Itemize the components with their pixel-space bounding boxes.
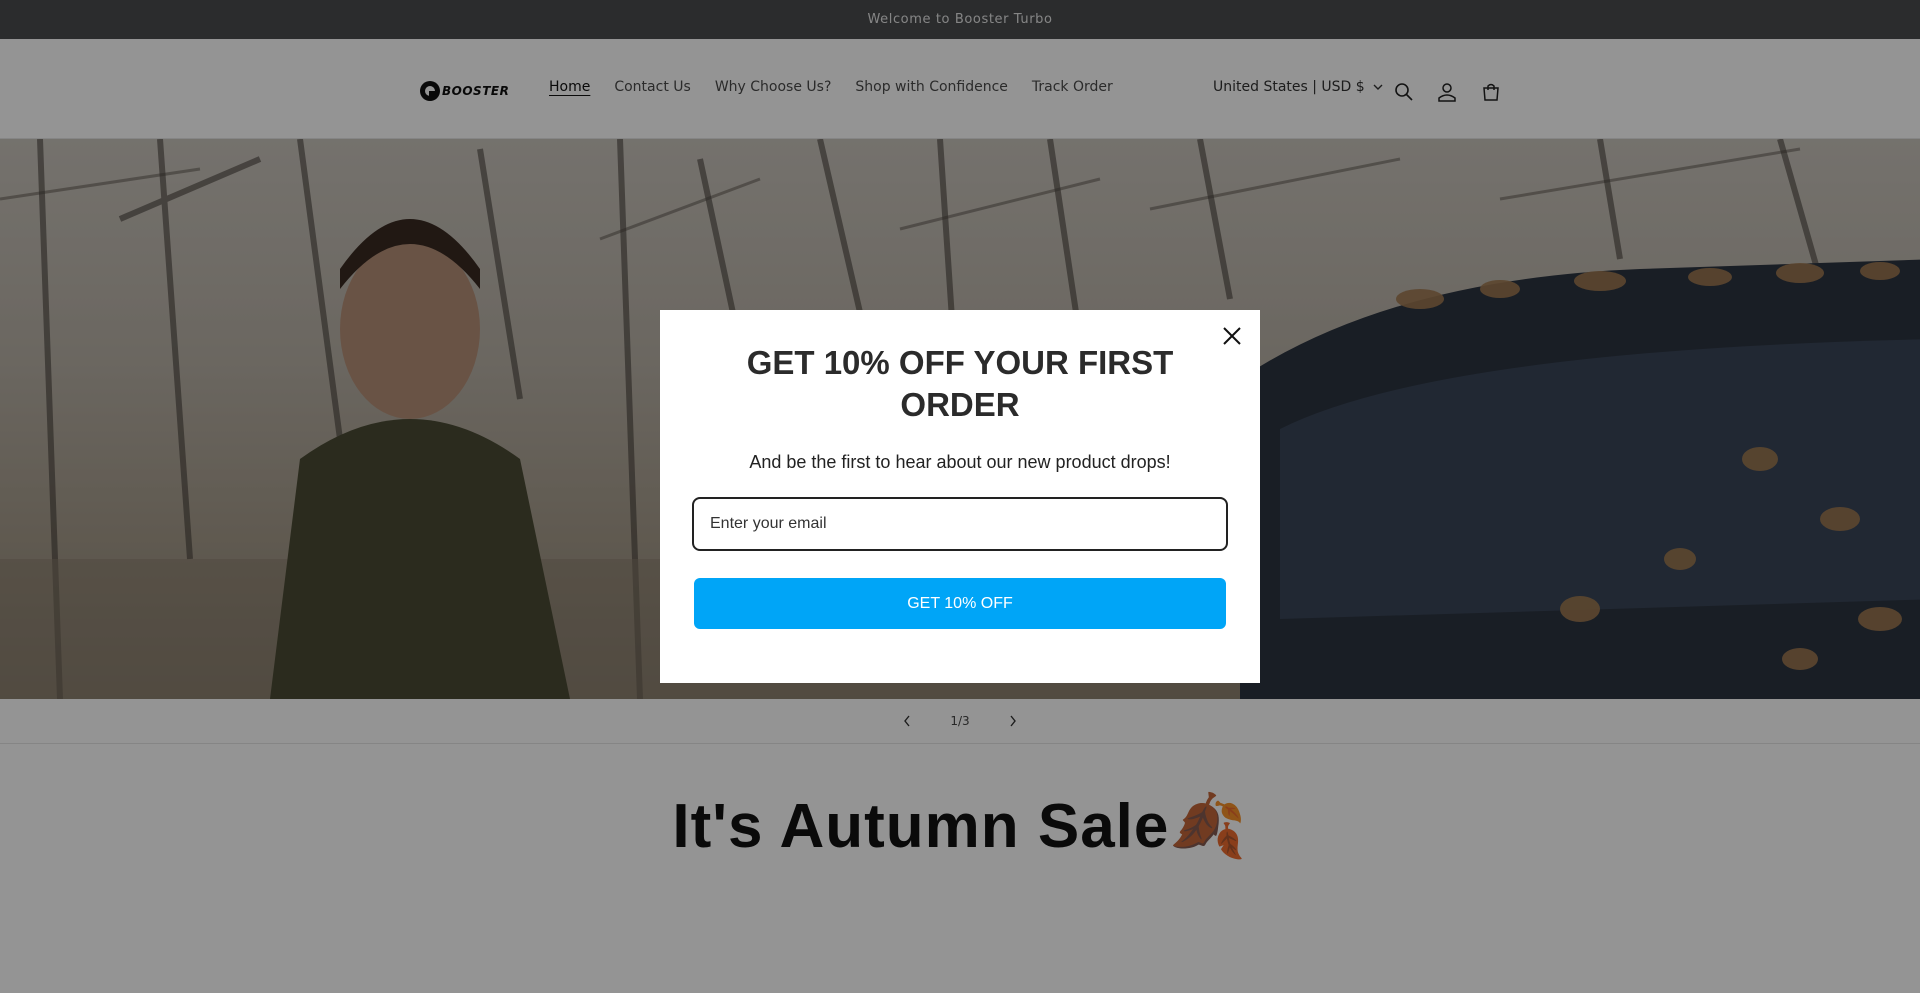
close-icon [1223, 327, 1241, 345]
email-input[interactable] [692, 497, 1228, 551]
discount-popup: GET 10% OFF YOUR FIRST ORDER And be the … [660, 310, 1260, 683]
popup-title: GET 10% OFF YOUR FIRST ORDER [746, 344, 1174, 423]
popup-subtitle: And be the first to hear about our new p… [749, 452, 1171, 472]
close-popup-button[interactable] [1218, 322, 1246, 350]
get-discount-button[interactable]: GET 10% OFF [694, 578, 1226, 629]
